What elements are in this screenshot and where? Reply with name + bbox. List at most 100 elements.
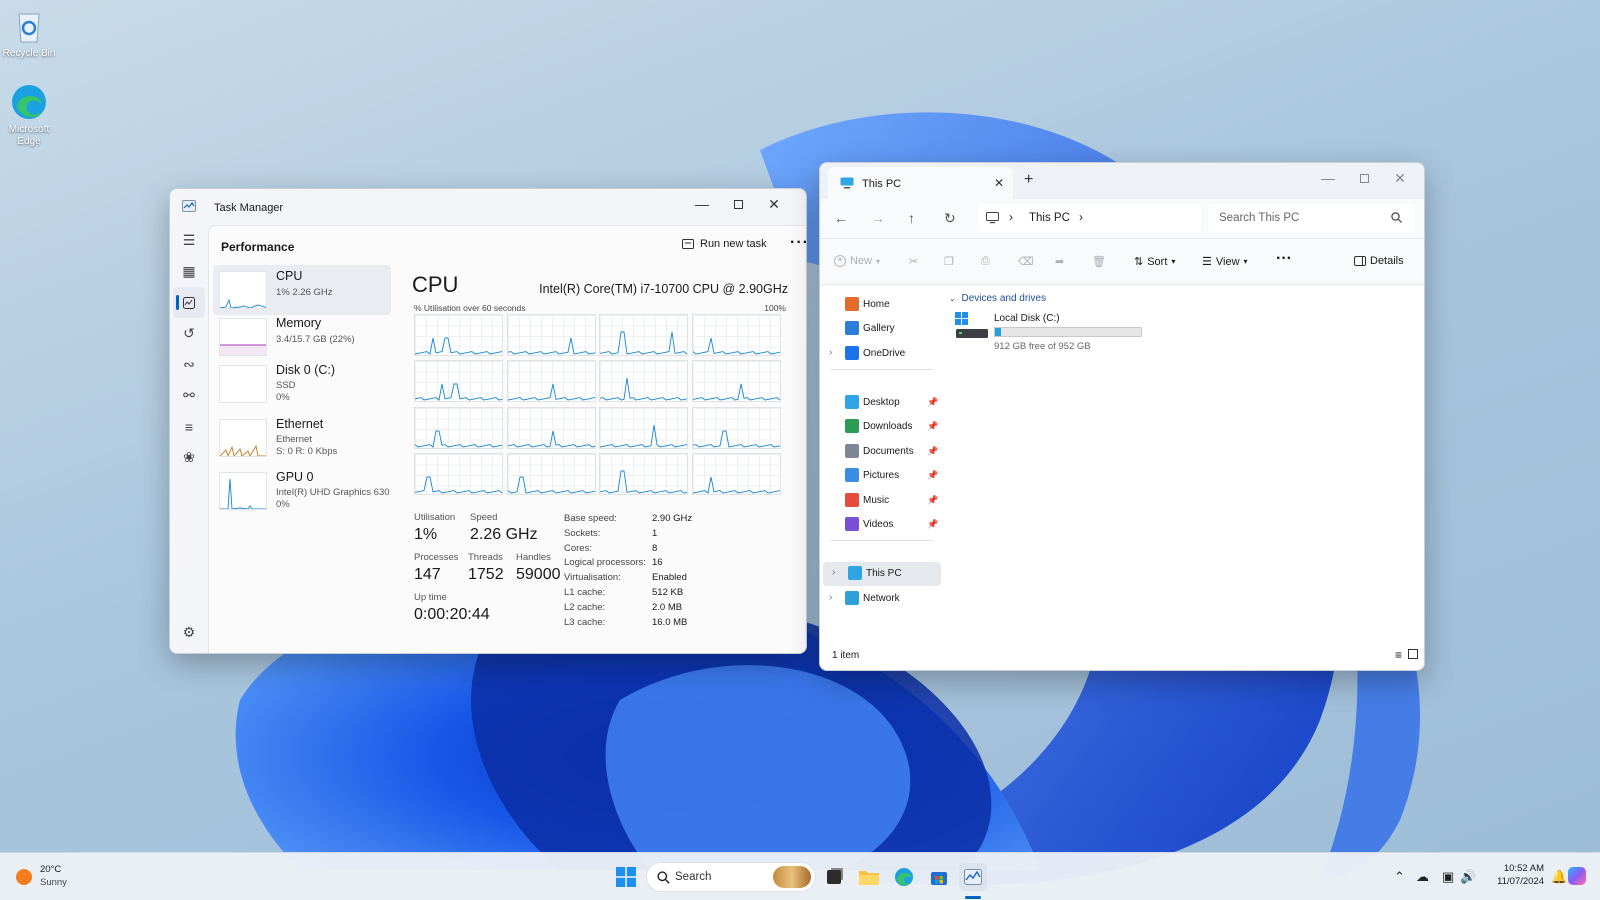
back-arrow-icon[interactable]: ←: [834, 210, 848, 226]
tiles-view-icon[interactable]: [1408, 649, 1418, 659]
close-button[interactable]: ✕: [1382, 163, 1418, 193]
nav-item-icon: [845, 493, 859, 507]
cpu-core-graph: [414, 360, 503, 403]
taskbar-search[interactable]: Search: [646, 862, 816, 892]
spec-value: 2.0 MB: [652, 601, 683, 613]
drive-free-text: 912 GB free of 952 GB: [994, 341, 1091, 352]
pin-icon[interactable]: 📌: [927, 421, 938, 432]
copilot-icon[interactable]: [1568, 867, 1586, 885]
nav-item-pictures[interactable]: Pictures 📌: [820, 464, 942, 488]
task-manager-titlebar[interactable]: Task Manager — ✕: [170, 189, 806, 225]
nav-item-downloads[interactable]: Downloads 📌: [820, 415, 942, 439]
pin-icon[interactable]: 📌: [927, 519, 938, 530]
drive-usage-bar: [994, 327, 1142, 337]
edge-taskbar-button[interactable]: [890, 863, 918, 891]
new-tab-icon[interactable]: +: [1024, 171, 1033, 189]
nav-item-videos[interactable]: Videos 📌: [820, 513, 942, 537]
notification-bell-icon[interactable]: 🔔: [1551, 869, 1567, 885]
details-list-icon[interactable]: ≡: [170, 411, 208, 442]
taskbar: 20°C Sunny Search ⌃ ☁ ▣ 🔊 10:52 AM 11/07…: [0, 852, 1600, 900]
view-button[interactable]: ☰ View ▾: [1202, 255, 1248, 269]
chevron-right-icon[interactable]: ›: [832, 567, 835, 578]
drive-local-disk-c[interactable]: Local Disk (C:) 912 GB free of 952 GB: [954, 311, 1154, 352]
details-view-icon[interactable]: ≡: [1395, 648, 1402, 662]
network-icon[interactable]: ▣: [1442, 869, 1454, 885]
pin-icon[interactable]: 📌: [927, 470, 938, 481]
cut-icon[interactable]: ✂: [909, 255, 918, 268]
rename-icon[interactable]: ⌫: [1018, 255, 1034, 268]
services-icon[interactable]: ❀: [170, 442, 208, 473]
device-item-gpu[interactable]: GPU 0 Intel(R) UHD Graphics 630 0%: [213, 466, 391, 516]
nav-item-documents[interactable]: Documents 📌: [820, 440, 942, 464]
chevron-right-icon[interactable]: ›: [829, 347, 832, 358]
paste-icon[interactable]: ⎙: [981, 255, 990, 268]
cloud-icon[interactable]: ☁: [1416, 869, 1429, 885]
device-item-ethernet[interactable]: Ethernet Ethernet S: 0 R: 0 Kbps: [213, 413, 391, 463]
pin-icon[interactable]: 📌: [927, 446, 938, 457]
weather-widget[interactable]: 20°C Sunny: [12, 861, 82, 893]
settings-gear-icon[interactable]: ⚙: [170, 617, 208, 648]
spec-label: Sockets:: [564, 527, 601, 539]
address-bar[interactable]: › This PC ›: [979, 204, 1201, 232]
nav-item-label: OneDrive: [863, 348, 906, 359]
chevron-right-icon[interactable]: ›: [829, 592, 832, 603]
delete-icon[interactable]: 🗑: [1092, 255, 1106, 268]
start-button[interactable]: [612, 863, 640, 891]
spec-value: 16: [652, 557, 663, 569]
performance-icon[interactable]: [173, 287, 205, 318]
cpu-core-graph: [691, 452, 781, 495]
nav-item-gallery[interactable]: Gallery: [820, 317, 942, 341]
speed-value: 2.26 GHz: [470, 526, 538, 543]
store-taskbar-button[interactable]: [925, 863, 953, 891]
minimize-button[interactable]: —: [1310, 163, 1346, 193]
hamburger-menu-icon[interactable]: ☰: [170, 225, 208, 256]
device-item-memory[interactable]: Memory 3.4/15.7 GB (22%): [213, 312, 391, 362]
more-options-icon[interactable]: ···: [790, 234, 806, 252]
desktop-icon-recycle-bin[interactable]: Recycle Bin: [0, 6, 58, 60]
forward-arrow-icon[interactable]: →: [871, 210, 885, 226]
copy-icon[interactable]: ❐: [944, 255, 954, 268]
nav-item-home[interactable]: Home: [820, 293, 942, 317]
run-new-task-button[interactable]: Run new task: [682, 238, 767, 250]
new-button[interactable]: + New ▾: [834, 255, 880, 267]
nav-item-onedrive[interactable]: › OneDrive: [820, 342, 942, 366]
startup-apps-icon[interactable]: ∾: [170, 349, 208, 380]
minimize-button[interactable]: —: [684, 189, 720, 219]
nav-item-music[interactable]: Music 📌: [820, 489, 942, 513]
breadcrumb-chevron-icon[interactable]: ›: [1079, 210, 1083, 224]
app-history-icon[interactable]: ↺: [170, 318, 208, 349]
device-item-cpu[interactable]: CPU 1% 2.26 GHz: [213, 265, 391, 315]
nav-item-network[interactable]: › Network: [820, 587, 942, 611]
group-devices-and-drives[interactable]: ⌄ Devices and drives: [949, 293, 1046, 304]
users-icon[interactable]: ⚯: [170, 380, 208, 411]
share-icon[interactable]: ➦: [1055, 255, 1064, 268]
search-field[interactable]: Search This PC: [1208, 204, 1414, 232]
details-pane-button[interactable]: Details: [1354, 255, 1404, 267]
processes-icon[interactable]: ▦: [170, 256, 208, 287]
tab-this-pc[interactable]: This PC ✕: [828, 167, 1013, 199]
close-button[interactable]: ✕: [756, 189, 792, 219]
nav-item-this-pc[interactable]: › This PC: [823, 562, 941, 586]
sort-button[interactable]: ⇅ Sort ▾: [1134, 255, 1175, 269]
pin-icon[interactable]: 📌: [927, 397, 938, 408]
breadcrumb-this-pc[interactable]: This PC: [1029, 212, 1070, 224]
explorer-tab-bar[interactable]: This PC ✕ + — ✕: [820, 163, 1424, 199]
volume-icon[interactable]: 🔊: [1460, 869, 1476, 885]
task-view-button[interactable]: [820, 863, 848, 891]
more-options-icon[interactable]: ···: [1276, 250, 1292, 268]
desktop-icon-edge[interactable]: Microsoft Edge: [0, 82, 58, 148]
show-hidden-icons-chevron-icon[interactable]: ⌃: [1394, 869, 1405, 885]
tab-close-icon[interactable]: ✕: [994, 176, 1004, 190]
task-manager-taskbar-button[interactable]: [959, 863, 987, 891]
nav-item-desktop[interactable]: Desktop 📌: [820, 391, 942, 415]
device-item-disk[interactable]: Disk 0 (C:) SSD 0%: [213, 359, 391, 409]
pin-icon[interactable]: 📌: [927, 495, 938, 506]
maximize-button[interactable]: [720, 189, 756, 219]
maximize-button[interactable]: [1346, 163, 1382, 193]
file-explorer-taskbar-button[interactable]: [855, 863, 883, 891]
explorer-content: ⌄ Devices and drives Local Disk (C:) 912…: [944, 285, 1424, 642]
refresh-icon[interactable]: ↻: [944, 210, 956, 227]
clock[interactable]: 10:52 AM 11/07/2024: [1484, 862, 1544, 888]
ethernet-thumbnail: [219, 419, 267, 457]
up-arrow-icon[interactable]: ↑: [908, 210, 915, 226]
